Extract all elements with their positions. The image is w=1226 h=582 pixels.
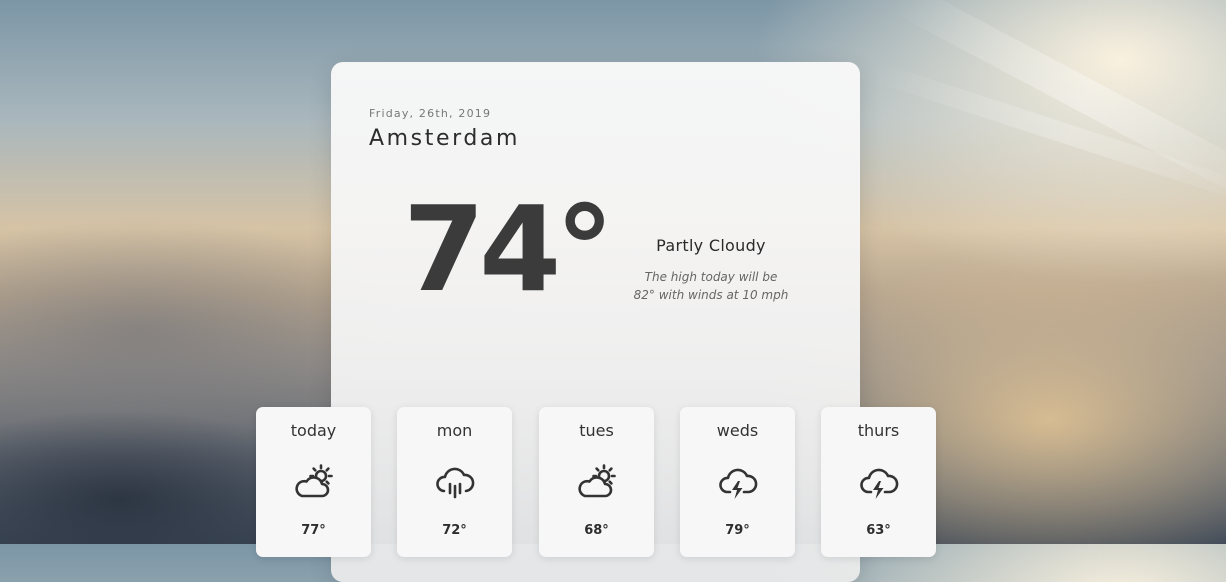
forecast-high: 79°	[725, 523, 750, 538]
forecast-high: 63°	[866, 523, 891, 538]
current-date: Friday, 26th, 2019	[369, 107, 492, 120]
sun-ray	[892, 0, 1226, 210]
forecast-tile-thurs[interactable]: thurs 63°	[821, 407, 936, 557]
forecast-high: 68°	[584, 523, 609, 538]
weather-description: The high today will be 82° with winds at…	[611, 268, 811, 304]
partly-cloudy-icon	[575, 462, 619, 502]
forecast-tile-weds[interactable]: weds 79°	[680, 407, 795, 557]
rain-cloud-icon	[433, 462, 477, 502]
description-line: 82° with winds at 10 mph	[633, 288, 789, 302]
forecast-high: 77°	[301, 523, 326, 538]
forecast-tile-mon[interactable]: mon 72°	[397, 407, 512, 557]
forecast-day: weds	[716, 421, 759, 440]
forecast-day: today	[290, 421, 337, 440]
forecast-tile-today[interactable]: today 77°	[256, 407, 371, 557]
thunderstorm-icon	[857, 462, 901, 502]
sun-ray	[866, 60, 1226, 210]
city-name: Amsterdam	[369, 126, 521, 151]
forecast-high: 72°	[442, 523, 467, 538]
partly-cloudy-icon	[292, 462, 336, 502]
forecast-day: thurs	[857, 421, 900, 440]
forecast-day: mon	[436, 421, 473, 440]
weather-condition: Partly Cloudy	[656, 236, 766, 255]
thunderstorm-icon	[716, 462, 760, 502]
forecast-tile-tues[interactable]: tues 68°	[539, 407, 654, 557]
forecast-day: tues	[579, 421, 614, 440]
description-line: The high today will be	[644, 270, 778, 284]
current-temperature: 74°	[403, 180, 614, 318]
